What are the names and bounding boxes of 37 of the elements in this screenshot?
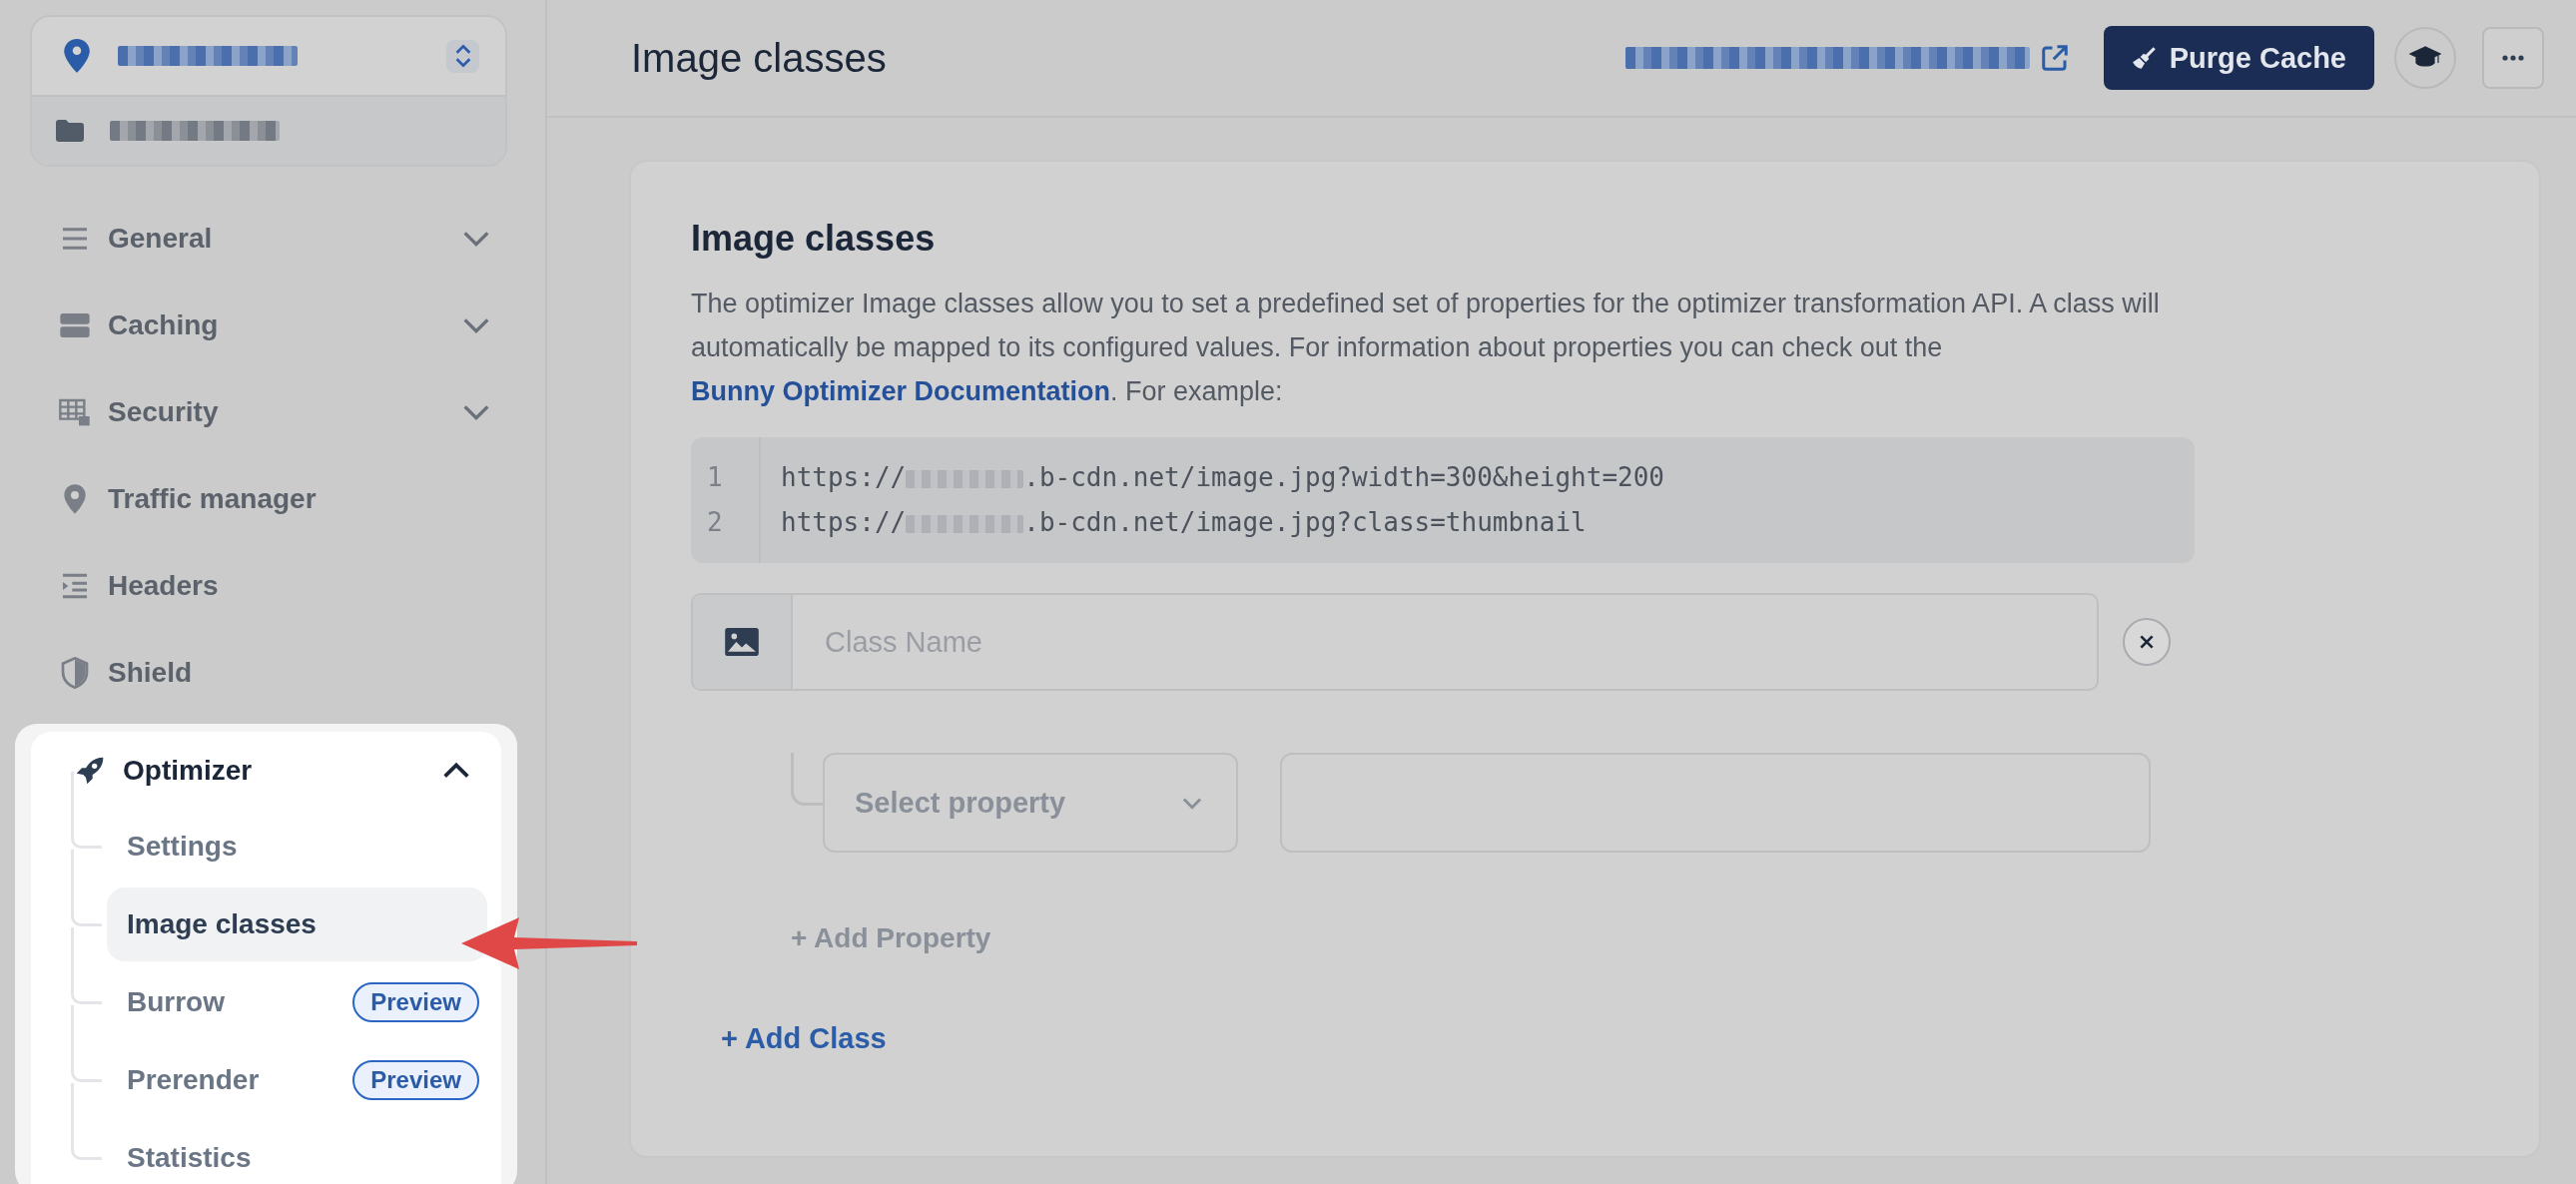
page-title: Image classes [631,35,887,81]
line-number: 2 [707,506,723,539]
close-icon [2138,633,2156,651]
sidebar-subitem[interactable]: Statistics [107,1121,487,1184]
sidebar-subitem[interactable]: Burrow [107,965,343,1039]
sidebar-item[interactable]: Headers [0,542,545,629]
sidebar-subitem[interactable]: Image classes [107,888,487,961]
preview-badge: Preview [352,982,479,1022]
sidebar-item[interactable]: Optimizer [31,732,501,810]
sidebar-item[interactable]: General [0,195,545,282]
code-text: https:// [781,507,907,537]
code-text: .b-cdn.net/image.jpg?width=300&height=200 [1023,462,1665,492]
close-button[interactable] [2123,618,2171,666]
preview-badge: Preview [352,1060,479,1100]
external-link-icon[interactable] [2039,43,2070,73]
graduation-cap-icon [2409,46,2441,70]
sidebar-subitem[interactable]: Settings [107,810,487,884]
broom-icon [2131,45,2158,71]
line-number: 1 [707,461,723,494]
purge-cache-button[interactable]: Purge Cache [2103,26,2374,90]
image-icon [725,628,759,656]
code-text: .b-cdn.net/image.jpg?class=thumbnail [1023,507,1587,537]
more-icon [2501,54,2525,62]
sidebar-item[interactable]: Security [0,368,545,455]
folder-icon [56,120,84,142]
code-text: https:// [781,462,907,492]
documentation-link[interactable]: Bunny Optimizer Documentation [691,376,1111,406]
location-pin-icon [64,39,90,73]
sidebar-item[interactable]: Shield [0,629,545,716]
add-class-link[interactable]: + Add Class [721,1022,887,1055]
sidebar-item[interactable]: Traffic manager [0,455,545,542]
updown-icon[interactable] [446,39,479,73]
sidebar-item[interactable]: Caching [0,282,545,368]
zone-switcher[interactable] [30,15,507,167]
sidebar-subitem[interactable]: Prerender [107,1043,343,1117]
card-title: Image classes [691,218,937,260]
description: The optimizer Image classes allow you to set a predefined set of properties for the optimizer transformation API. A class will automatically be mapped to its configured values. For information about properties you can check out the Bunny Optimizer Documentation. For example: [691,288,2161,408]
